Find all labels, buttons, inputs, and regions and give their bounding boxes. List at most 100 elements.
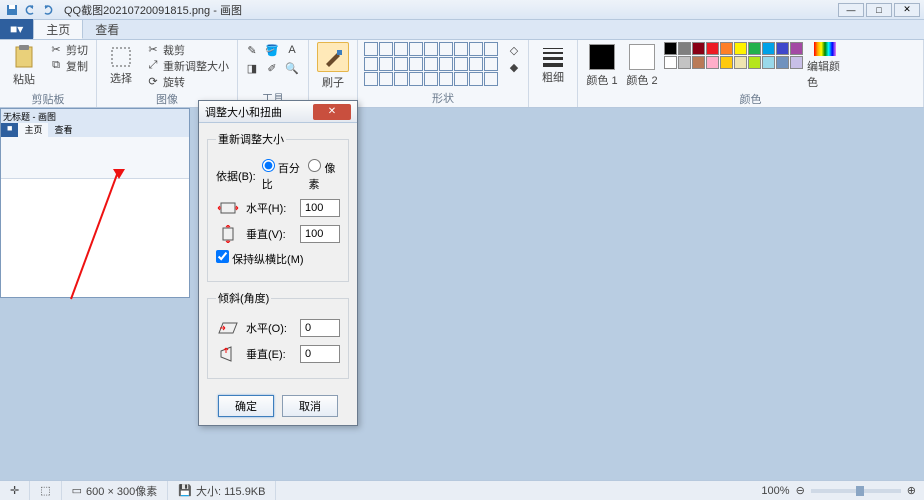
shapes-gallery[interactable] — [364, 42, 498, 86]
copy-button[interactable]: ⧉复制 — [46, 58, 90, 73]
undo-icon[interactable] — [22, 2, 38, 18]
skew-h-icon — [216, 318, 240, 338]
color-swatch[interactable] — [706, 56, 719, 69]
dialog-title-text: 调整大小和扭曲 — [205, 104, 282, 120]
magnifier-icon[interactable]: 🔍 — [284, 60, 300, 76]
clipboard-group-label: 剪贴板 — [6, 90, 90, 108]
color-swatch[interactable] — [790, 42, 803, 55]
home-tab[interactable]: 主页 — [33, 19, 83, 39]
color-swatch[interactable] — [692, 56, 705, 69]
skew-h-input[interactable] — [300, 319, 340, 337]
color-swatch[interactable] — [678, 56, 691, 69]
edit-colors-button[interactable]: 编辑颜色 — [807, 42, 843, 90]
window-title: QQ截图20210720091815.png - 画图 — [64, 2, 242, 18]
cancel-button[interactable]: 取消 — [282, 395, 338, 417]
clipboard-group: 粘贴 ✂剪切 ⧉复制 剪贴板 — [0, 40, 97, 107]
color-swatch[interactable] — [776, 56, 789, 69]
image-group: 选择 ✂裁剪 ⤢重新调整大小 ⟳旋转 图像 — [97, 40, 238, 107]
brush-button[interactable]: 刷子 — [315, 42, 351, 90]
shape-outline-icon[interactable]: ◇ — [506, 42, 522, 58]
select-button[interactable]: 选择 — [103, 42, 139, 90]
basis-label: 依据(B): — [216, 168, 256, 184]
pixels-radio[interactable]: 像素 — [308, 159, 340, 192]
color-swatch[interactable] — [762, 42, 775, 55]
percent-radio[interactable]: 百分比 — [262, 159, 303, 192]
color-swatch[interactable] — [776, 42, 789, 55]
ok-button[interactable]: 确定 — [218, 395, 274, 417]
rotate-button[interactable]: ⟳旋转 — [143, 74, 231, 89]
zoom-out-button[interactable]: ⊖ — [796, 484, 805, 497]
select-label: 选择 — [110, 70, 132, 86]
color-swatch[interactable] — [664, 42, 677, 55]
shape-fill-icon[interactable]: ◆ — [506, 59, 522, 75]
size-button[interactable]: 粗细 — [535, 42, 571, 90]
color-swatch[interactable] — [678, 42, 691, 55]
minimize-button[interactable]: — — [838, 3, 864, 17]
shapes-group-label: 形状 — [364, 89, 522, 107]
dialog-close-button[interactable]: ✕ — [313, 104, 351, 120]
color-swatch[interactable] — [734, 56, 747, 69]
ribbon: 粘贴 ✂剪切 ⧉复制 剪贴板 选择 ✂裁剪 ⤢重新调整大小 ⟳旋转 图像 — [0, 40, 924, 108]
resize-v-input[interactable] — [300, 225, 340, 243]
resize-button[interactable]: ⤢重新调整大小 — [143, 58, 231, 73]
tools-group: ✎ 🪣 A ◨ ✐ 🔍 工具 — [238, 40, 309, 107]
dimensions-cell: ▭600 × 300像素 — [62, 481, 169, 500]
select-icon — [110, 46, 132, 68]
embedded-title: 无标题 - 画图 — [1, 109, 189, 123]
color-swatch[interactable] — [748, 56, 761, 69]
resize-dialog: 调整大小和扭曲 ✕ 重新调整大小 依据(B): 百分比 像素 水平(H): 垂直… — [198, 100, 358, 426]
color-swatch[interactable] — [720, 42, 733, 55]
skew-v-label: 垂直(E): — [246, 346, 294, 362]
color-palette[interactable] — [664, 42, 803, 69]
resize-legend: 重新调整大小 — [216, 131, 286, 147]
crop-icon: ✂ — [145, 42, 161, 58]
file-tab[interactable]: ■▾ — [0, 19, 33, 39]
zoom-slider[interactable] — [811, 489, 901, 493]
cut-button[interactable]: ✂剪切 — [46, 42, 90, 57]
color-swatch[interactable] — [664, 56, 677, 69]
save-icon[interactable] — [4, 2, 20, 18]
maximize-button[interactable]: □ — [866, 3, 892, 17]
cursor-icon: ✛ — [10, 484, 19, 497]
filesize-cell: 💾大小: 115.9KB — [168, 481, 276, 500]
colors-group: 颜色 1 颜色 2 编辑颜色 颜色 — [578, 40, 924, 107]
color-swatch[interactable] — [734, 42, 747, 55]
paste-button[interactable]: 粘贴 — [6, 42, 42, 90]
zoom-in-button[interactable]: ⊕ — [907, 484, 916, 497]
brush-group: 刷子 — [309, 40, 358, 107]
canvas-area[interactable]: 无标题 - 画图 ■主页查看 — [0, 108, 924, 480]
color-swatch[interactable] — [762, 56, 775, 69]
close-button[interactable]: ✕ — [894, 3, 920, 17]
zoom-value: 100% — [761, 485, 789, 497]
color2-button[interactable]: 颜色 2 — [624, 42, 660, 90]
view-tab[interactable]: 查看 — [83, 19, 131, 39]
color-swatch[interactable] — [790, 56, 803, 69]
aspect-checkbox[interactable]: 保持纵横比(M) — [216, 250, 304, 267]
color-swatch[interactable] — [748, 42, 761, 55]
resize-v-label: 垂直(V): — [246, 226, 294, 242]
fill-icon[interactable]: 🪣 — [264, 42, 280, 58]
skew-v-input[interactable] — [300, 345, 340, 363]
resize-h-icon — [216, 198, 240, 218]
eraser-icon[interactable]: ◨ — [244, 60, 260, 76]
text-icon[interactable]: A — [284, 42, 300, 58]
color1-button[interactable]: 颜色 1 — [584, 42, 620, 90]
dialog-titlebar[interactable]: 调整大小和扭曲 ✕ — [199, 101, 357, 123]
disk-icon: 💾 — [178, 484, 192, 497]
resize-h-input[interactable] — [300, 199, 340, 217]
ribbon-tabs: ■▾ 主页 查看 — [0, 20, 924, 40]
color-swatch[interactable] — [720, 56, 733, 69]
pencil-icon[interactable]: ✎ — [244, 42, 260, 58]
color1-swatch — [589, 44, 615, 70]
color-swatch[interactable] — [706, 42, 719, 55]
embedded-image: 无标题 - 画图 ■主页查看 — [0, 108, 190, 298]
copy-icon: ⧉ — [48, 58, 64, 74]
picker-icon[interactable]: ✐ — [264, 60, 280, 76]
cut-icon: ✂ — [48, 42, 64, 58]
resize-icon: ⤢ — [145, 58, 161, 74]
paste-label: 粘贴 — [13, 71, 35, 87]
rainbow-icon — [814, 42, 836, 56]
crop-button[interactable]: ✂裁剪 — [143, 42, 231, 57]
color-swatch[interactable] — [692, 42, 705, 55]
redo-icon[interactable] — [40, 2, 56, 18]
